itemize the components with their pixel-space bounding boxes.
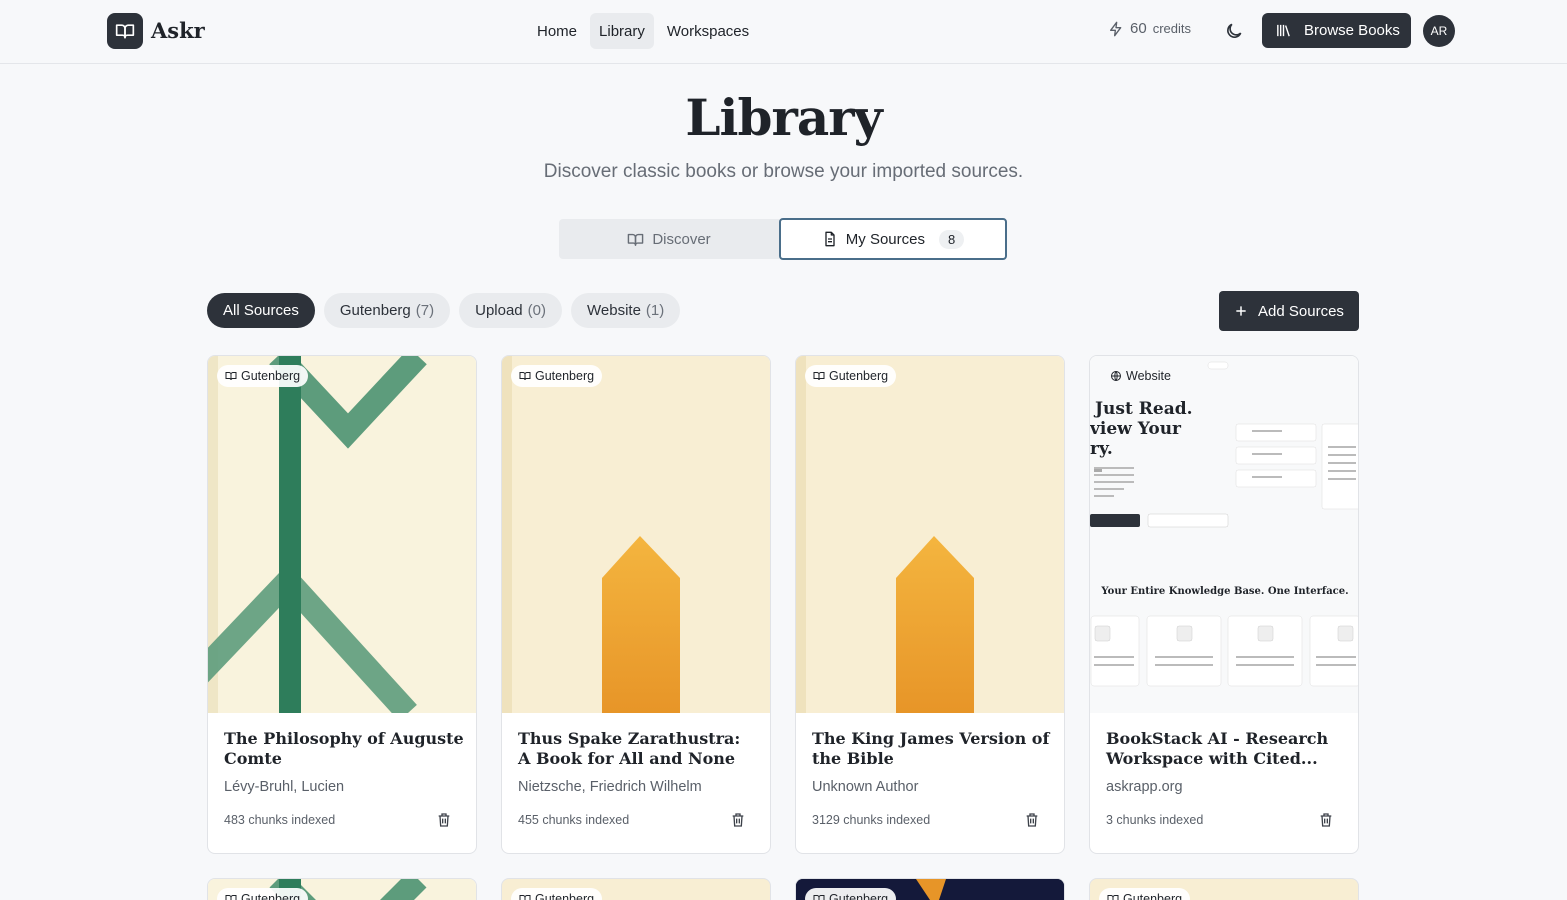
plus-icon <box>1236 306 1246 316</box>
card-chunks: 3 chunks indexed <box>1106 813 1204 827</box>
filter-label: Upload <box>475 302 523 319</box>
book-cover <box>796 356 1064 713</box>
preview-section-title: Your Entire Knowledge Base. One Interfac… <box>1101 586 1349 597</box>
card-chunks: 483 chunks indexed <box>224 813 336 827</box>
source-card[interactable]: Gutenberg <box>795 878 1065 900</box>
website-preview: Just Read. view Your ry. Your Entire Kno… <box>1090 356 1358 713</box>
filter-label: Website <box>587 302 641 319</box>
source-badge-label: Gutenberg <box>829 369 889 383</box>
source-card[interactable]: Just Read. view Your ry. Your Entire Kno… <box>1089 355 1359 854</box>
tab-discover[interactable]: Discover <box>559 219 779 259</box>
card-title[interactable]: The King James Version of the Bible <box>812 729 1052 769</box>
source-card[interactable]: Gutenberg <box>501 878 771 900</box>
book-open-icon <box>813 895 825 900</box>
tab-discover-label: Discover <box>652 230 711 248</box>
document-icon <box>825 231 835 247</box>
browse-books-button[interactable]: Browse Books <box>1262 13 1411 48</box>
page-title: Library <box>685 88 882 147</box>
source-card[interactable]: Gutenberg The Philosophy of Auguste Comt… <box>207 355 477 854</box>
card-title[interactable]: BookStack AI - Research Workspace with C… <box>1106 729 1346 769</box>
app-name[interactable]: Askr <box>151 18 205 43</box>
nav-workspaces[interactable]: Workspaces <box>658 13 758 49</box>
card-author: Unknown Author <box>812 779 919 795</box>
tab-my-sources-label: My Sources <box>845 230 925 248</box>
source-card[interactable]: Gutenberg <box>1089 878 1359 900</box>
source-badge: Gutenberg <box>805 888 897 900</box>
book-open-icon <box>519 895 531 900</box>
globe-icon <box>1111 371 1121 381</box>
credits-value: 60 <box>1130 20 1147 37</box>
source-badge: Gutenberg <box>511 365 603 387</box>
card-title[interactable]: The Philosophy of Auguste Comte <box>224 729 464 769</box>
source-badge-label: Gutenberg <box>241 892 301 900</box>
source-filters: All Sources Gutenberg (7) Upload (0) Web… <box>207 293 681 328</box>
filter-all-sources[interactable]: All Sources <box>207 293 315 328</box>
source-card[interactable]: Gutenberg Thus Spake Zarathustra: A Book… <box>501 355 771 854</box>
library-icon <box>1277 24 1290 37</box>
card-title[interactable]: Thus Spake Zarathustra: A Book for All a… <box>518 729 758 769</box>
moon-icon[interactable] <box>1224 21 1244 41</box>
card-author: Nietzsche, Friedrich Wilhelm <box>518 779 702 795</box>
source-badge-label: Gutenberg <box>829 892 889 900</box>
filter-label: Gutenberg <box>339 302 411 319</box>
filter-website[interactable]: Website (1) <box>571 293 681 328</box>
add-sources-label: Add Sources <box>1258 302 1344 320</box>
source-badge: Gutenberg <box>1099 888 1191 900</box>
source-badge-label: Gutenberg <box>535 369 595 383</box>
source-card[interactable]: Gutenberg <box>207 878 477 900</box>
logo-book-icon[interactable] <box>107 13 143 49</box>
tab-my-sources[interactable]: My Sources 8 <box>779 218 1007 260</box>
source-badge: Gutenberg <box>805 365 897 387</box>
credits-indicator: 60 credits <box>1108 20 1191 37</box>
filter-upload[interactable]: Upload (0) <box>459 293 562 328</box>
source-badge: Gutenberg <box>217 365 309 387</box>
main-nav: Home Library Workspaces <box>528 13 758 49</box>
source-badge-label: Gutenberg <box>535 892 595 900</box>
preview-hero-line1: Just Read. <box>1095 399 1193 419</box>
source-badge-label: Gutenberg <box>1123 892 1183 900</box>
book-open-icon <box>519 372 531 381</box>
trash-icon[interactable] <box>436 812 452 828</box>
card-author: Lévy-Bruhl, Lucien <box>224 779 345 795</box>
book-open-icon <box>813 372 825 381</box>
filter-count: (0) <box>527 302 546 319</box>
nav-library[interactable]: Library <box>590 13 654 49</box>
view-toggle: Discover My Sources 8 <box>559 218 1007 260</box>
preview-hero-line2: view Your <box>1090 419 1182 439</box>
filter-gutenberg[interactable]: Gutenberg (7) <box>323 293 451 328</box>
user-avatar[interactable]: AR <box>1423 15 1455 47</box>
filter-count: (1) <box>645 302 665 319</box>
card-chunks: 455 chunks indexed <box>518 813 630 827</box>
preview-hero-line3: ry. <box>1090 439 1113 459</box>
trash-icon[interactable] <box>1318 812 1334 828</box>
book-cover <box>208 356 476 713</box>
source-badge: Gutenberg <box>511 888 603 900</box>
filter-count: (7) <box>415 302 435 319</box>
source-badge-label: Gutenberg <box>241 369 301 383</box>
book-open-icon <box>225 372 237 381</box>
filter-label: All Sources <box>223 302 299 319</box>
source-badge-label: Website <box>1126 369 1171 383</box>
source-badge: Gutenberg <box>217 888 309 900</box>
add-sources-button[interactable]: Add Sources <box>1219 291 1359 331</box>
top-header: Askr Home Library Workspaces 60 credits … <box>0 0 1567 64</box>
book-open-icon <box>1107 895 1119 900</box>
trash-icon[interactable] <box>730 812 746 828</box>
page-subtitle: Discover classic books or browse your im… <box>543 161 1024 182</box>
card-author: askrapp.org <box>1106 779 1183 795</box>
trash-icon[interactable] <box>1024 812 1040 828</box>
source-card[interactable]: Gutenberg The King James Version of the … <box>795 355 1065 854</box>
source-badge: Website <box>1102 365 1179 387</box>
card-chunks: 3129 chunks indexed <box>812 813 931 827</box>
book-open-icon <box>225 895 237 900</box>
lightning-icon <box>1110 21 1122 36</box>
book-open-icon <box>628 233 644 246</box>
sources-count-badge: 8 <box>938 229 965 249</box>
browse-books-label: Browse Books <box>1304 22 1400 39</box>
nav-home[interactable]: Home <box>528 13 586 49</box>
book-cover <box>502 356 770 713</box>
credits-unit: credits <box>1152 21 1191 36</box>
